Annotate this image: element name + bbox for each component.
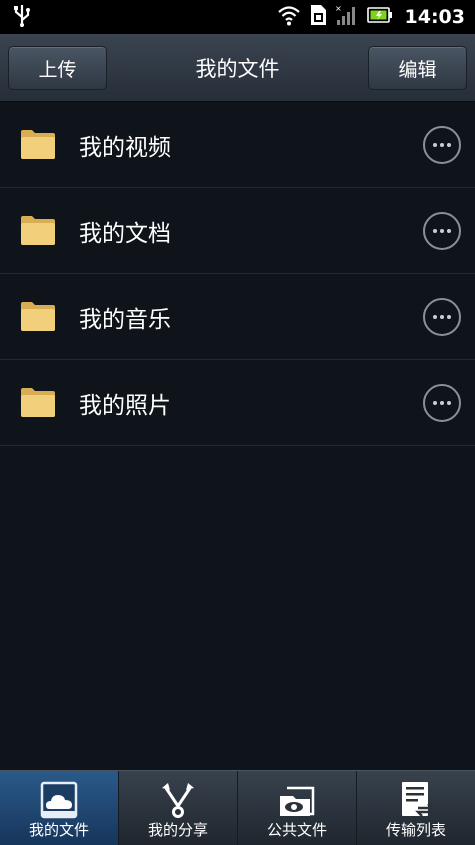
- signal-icon: ×: [335, 4, 359, 30]
- status-bar: × 14:03: [0, 0, 475, 34]
- status-time: 14:03: [404, 6, 465, 28]
- folder-icon: [20, 386, 56, 418]
- file-item-videos[interactable]: 我的视频: [0, 102, 475, 188]
- bottom-nav: 我的文件 我的分享 公共文件 传输列表: [0, 770, 475, 845]
- cloud-files-icon: [39, 780, 79, 820]
- tab-label: 公共文件: [266, 821, 327, 839]
- tab-my-shares[interactable]: 我的分享: [119, 771, 238, 845]
- more-options-button[interactable]: [423, 384, 461, 422]
- battery-icon: [366, 5, 393, 29]
- more-options-button[interactable]: [423, 212, 461, 250]
- file-name: 我的音乐: [79, 307, 171, 333]
- folder-icon: [20, 300, 56, 332]
- tab-label: 我的文件: [28, 821, 89, 839]
- tab-label: 传输列表: [385, 821, 446, 839]
- share-icon: [158, 780, 198, 820]
- wifi-icon: [277, 4, 301, 30]
- file-item-music[interactable]: 我的音乐: [0, 274, 475, 360]
- file-item-photos[interactable]: 我的照片: [0, 360, 475, 446]
- usb-icon: [12, 3, 32, 31]
- transfer-list-icon: [396, 780, 436, 820]
- more-options-button[interactable]: [423, 126, 461, 164]
- more-options-button[interactable]: [423, 298, 461, 336]
- status-icons: × 14:03: [277, 4, 465, 30]
- file-list: 我的视频 我的文档 我的音乐 我的照片: [0, 102, 475, 446]
- sim-icon: [309, 4, 327, 30]
- tab-my-files[interactable]: 我的文件: [0, 771, 119, 845]
- svg-text:×: ×: [335, 4, 342, 13]
- upload-button[interactable]: 上传: [8, 46, 107, 90]
- tab-public-files[interactable]: 公共文件: [238, 771, 357, 845]
- header-bar: 上传 我的文件 编辑: [0, 34, 475, 102]
- file-name: 我的视频: [79, 135, 171, 161]
- file-item-documents[interactable]: 我的文档: [0, 188, 475, 274]
- folder-icon: [20, 214, 56, 246]
- file-name: 我的文档: [79, 221, 171, 247]
- edit-button[interactable]: 编辑: [368, 46, 467, 90]
- file-name: 我的照片: [79, 393, 171, 419]
- tab-label: 我的分享: [147, 821, 208, 839]
- folder-icon: [20, 128, 56, 160]
- public-folder-icon: [277, 780, 317, 820]
- tab-transfer-list[interactable]: 传输列表: [357, 771, 475, 845]
